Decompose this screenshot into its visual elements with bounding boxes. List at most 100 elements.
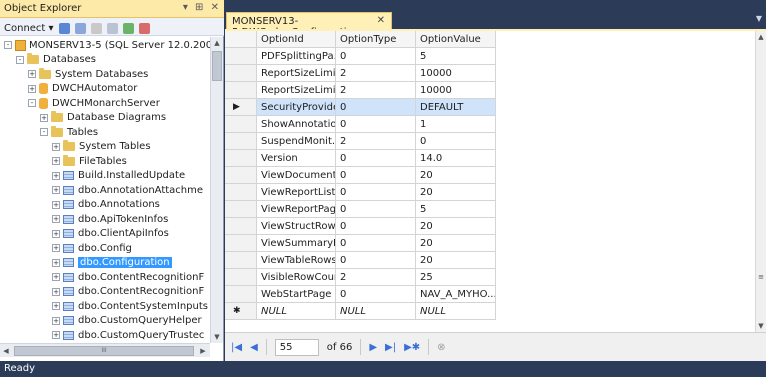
collapse-icon[interactable]: - — [28, 99, 36, 107]
cell-optionvalue[interactable]: 10000 — [416, 82, 496, 99]
cell-optionid[interactable]: ReportSizeLimit... — [257, 82, 336, 99]
previous-record-button[interactable]: ◀ — [250, 342, 258, 353]
cell-optiontype[interactable]: 0 — [336, 218, 416, 235]
cell-optiontype[interactable]: 0 — [336, 99, 416, 116]
grid-scroll-grip-icon[interactable]: ≡ — [756, 271, 766, 283]
tree-node[interactable]: + System Tables — [0, 140, 151, 154]
cell-optiontype[interactable]: 0 — [336, 286, 416, 303]
table-row[interactable]: ViewReportList...020 — [225, 184, 755, 201]
cell-optiontype[interactable]: 0 — [336, 167, 416, 184]
scroll-right-icon[interactable]: ▶ — [197, 345, 209, 357]
cell-optionid[interactable]: SecurityProvider — [257, 99, 336, 116]
scroll-left-icon[interactable]: ◀ — [0, 345, 12, 357]
table-row[interactable]: ✱ NULL NULL NULL — [225, 303, 755, 320]
cell-optiontype[interactable]: 0 — [336, 150, 416, 167]
table-row[interactable]: ReportSizeLimit 2 10000 — [225, 65, 755, 82]
stop-icon[interactable] — [90, 22, 102, 34]
cell-optionid[interactable]: ViewTableRows — [257, 252, 336, 269]
tree-node[interactable]: + dbo.CustomQueryTrustec — [0, 328, 204, 342]
cell-optiontype[interactable]: 2 — [336, 82, 416, 99]
cell-optionvalue[interactable]: 20 — [416, 184, 496, 201]
row-selector[interactable] — [225, 201, 257, 218]
cell-optionvalue[interactable]: 0 — [416, 133, 496, 150]
cell-optionvalue[interactable]: 20 — [416, 167, 496, 184]
panel-window-buttons[interactable]: ▾ ⊞ ✕ — [183, 2, 221, 13]
cell-optionvalue[interactable]: DEFAULT — [416, 99, 496, 116]
cell-optionid[interactable]: ShowAnnotation — [257, 116, 336, 133]
expand-icon[interactable]: + — [52, 186, 60, 194]
cell-optionvalue[interactable]: 20 — [416, 218, 496, 235]
table-row[interactable]: WebStartPage 0 NAV_A_MYHO... — [225, 286, 755, 303]
tree-node[interactable]: - Tables — [0, 125, 98, 139]
table-row[interactable]: ViewSummaryR...020 — [225, 235, 755, 252]
expand-icon[interactable]: + — [52, 244, 60, 252]
cell-optionid[interactable]: WebStartPage — [257, 286, 336, 303]
cell-optiontype[interactable]: 0 — [336, 201, 416, 218]
connect-object-icon[interactable] — [58, 22, 70, 34]
cell-optionid[interactable]: PDFSplittingPa... — [257, 48, 336, 65]
expand-icon[interactable]: + — [52, 200, 60, 209]
cell-optiontype[interactable]: 0 — [336, 184, 416, 201]
refresh-icon[interactable] — [122, 22, 134, 34]
cell-optionid[interactable]: SuspendMonit... — [257, 133, 336, 150]
table-row[interactable]: ViewDocument...020 — [225, 167, 755, 184]
row-selector[interactable] — [225, 167, 257, 184]
grid-scroll-up-icon[interactable]: ▲ — [756, 31, 766, 43]
cell-optionvalue[interactable]: 20 — [416, 252, 496, 269]
cell-optionid[interactable]: ViewSummaryR... — [257, 235, 336, 252]
tree-node[interactable]: - Databases — [0, 53, 96, 67]
tab-list-dropdown-icon[interactable]: ▼ — [756, 14, 762, 23]
collapse-icon[interactable]: - — [4, 41, 12, 49]
expand-icon[interactable]: + — [52, 316, 60, 325]
tree-node[interactable]: + dbo.Annotations — [0, 198, 160, 212]
filter-icon[interactable] — [106, 22, 118, 34]
new-record-button[interactable]: ▶✱ — [404, 342, 420, 353]
grid-scroll-down-icon[interactable]: ▼ — [756, 320, 766, 332]
expand-icon[interactable]: + — [52, 287, 60, 296]
cell-optionid[interactable]: ViewReportPages — [257, 201, 336, 218]
cell-optionvalue[interactable]: 5 — [416, 48, 496, 65]
row-selector[interactable] — [225, 65, 257, 82]
table-row[interactable]: ▶ SecurityProvider 0 DEFAULT — [225, 99, 755, 116]
row-selector[interactable] — [225, 269, 257, 286]
row-selector[interactable] — [225, 116, 257, 133]
cell-optionid[interactable]: NULL — [257, 303, 336, 320]
table-row[interactable]: ViewStructRows 0 20 — [225, 218, 755, 235]
tree-node[interactable]: + dbo.CustomQueryHelper — [0, 314, 202, 328]
expand-icon[interactable]: + — [52, 171, 60, 180]
tree-node[interactable]: + Database Diagrams — [0, 111, 166, 125]
tree-node[interactable]: - DWCHMonarchServer — [0, 96, 160, 110]
cell-optionvalue[interactable]: 5 — [416, 201, 496, 218]
expand-icon[interactable]: + — [28, 70, 36, 78]
row-selector[interactable] — [225, 82, 257, 99]
expand-icon[interactable]: + — [52, 142, 60, 151]
header-corner[interactable] — [225, 31, 257, 48]
row-selector[interactable]: ▶ — [225, 99, 257, 116]
table-row[interactable]: PDFSplittingPa... 0 5 — [225, 48, 755, 65]
cell-optionid[interactable]: ViewDocument... — [257, 167, 336, 184]
tree-node[interactable]: + Build.InstalledUpdate — [0, 169, 185, 183]
expand-icon[interactable]: + — [28, 84, 36, 93]
expand-icon[interactable]: + — [52, 331, 60, 339]
cell-optionvalue[interactable]: 1 — [416, 116, 496, 133]
disconnect-icon[interactable] — [74, 22, 86, 34]
expand-icon[interactable]: + — [52, 229, 60, 238]
cell-optiontype[interactable]: 0 — [336, 235, 416, 252]
tree-node[interactable]: - MONSERV13-5 (SQL Server 12.0.2000 - M — [0, 38, 210, 52]
row-selector[interactable] — [225, 252, 257, 269]
table-row[interactable]: ViewTableRows 0 20 — [225, 252, 755, 269]
table-row[interactable]: ReportSizeLimit...210000 — [225, 82, 755, 99]
cell-optiontype[interactable]: 0 — [336, 48, 416, 65]
tree-node[interactable]: + dbo.AnnotationAttachme — [0, 183, 203, 197]
horizontal-scroll-thumb[interactable]: III — [14, 346, 194, 356]
tree-node[interactable]: + DWCHAutomator — [0, 82, 137, 96]
row-selector[interactable] — [225, 48, 257, 65]
expand-icon[interactable]: + — [52, 302, 60, 310]
table-row[interactable]: VisibleRowCount 2 25 — [225, 269, 755, 286]
cell-optionid[interactable]: ReportSizeLimit — [257, 65, 336, 82]
cell-optionid[interactable]: ViewReportList... — [257, 184, 336, 201]
scroll-thumb[interactable] — [212, 51, 222, 81]
tree-node[interactable]: + dbo.Config — [0, 241, 132, 255]
tree-node[interactable]: + dbo.ContentRecognitionF — [0, 270, 204, 284]
row-selector[interactable] — [225, 218, 257, 235]
